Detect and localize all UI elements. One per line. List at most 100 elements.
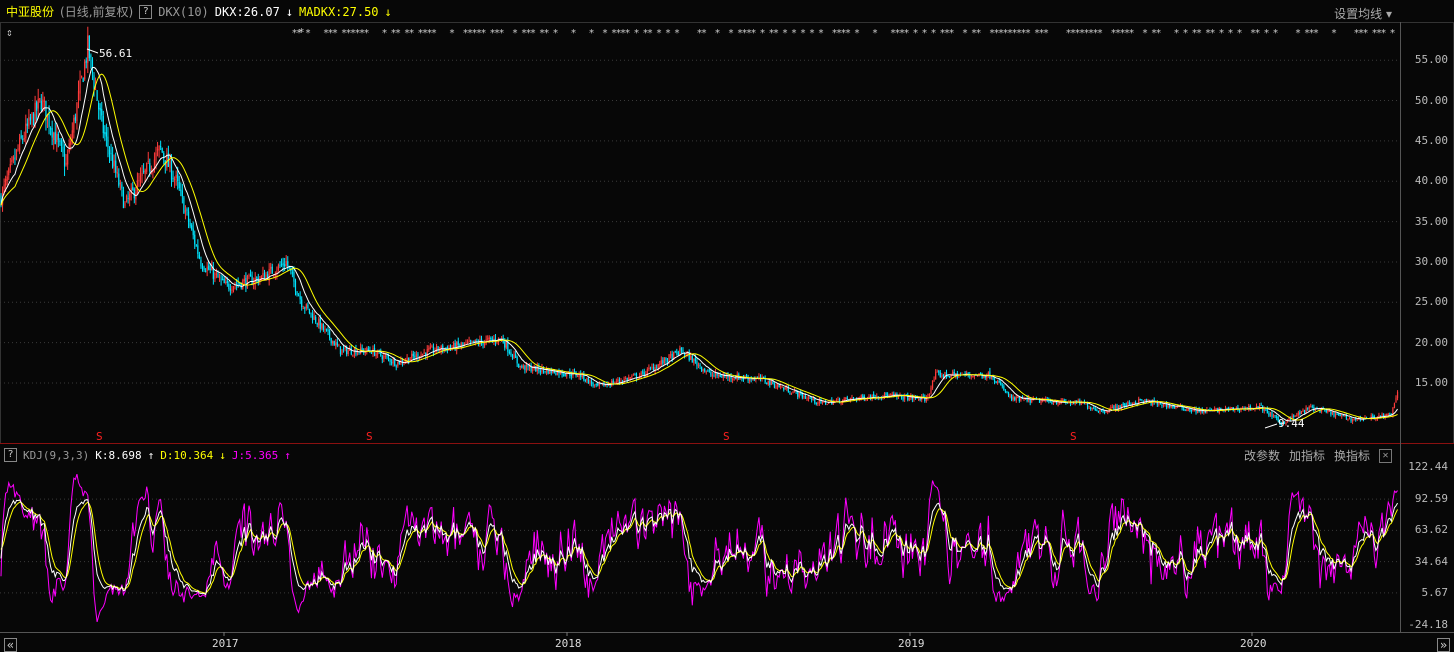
candle	[690, 355, 692, 360]
scroll-left-button[interactable]: «	[4, 638, 17, 652]
candle	[1260, 404, 1262, 406]
candle	[294, 280, 297, 292]
candle	[107, 136, 109, 148]
candle	[155, 152, 157, 160]
event-marker-icon: *	[1264, 28, 1270, 39]
candle	[315, 316, 317, 323]
candle	[1096, 410, 1098, 412]
candle	[6, 176, 8, 182]
candle	[466, 341, 469, 343]
candle	[657, 364, 659, 369]
candle	[178, 181, 180, 189]
candle	[397, 361, 399, 367]
candle	[287, 261, 289, 267]
candle	[656, 367, 658, 369]
candle	[733, 378, 735, 380]
candle	[490, 337, 492, 339]
candle	[707, 370, 709, 372]
year-label: 2018	[555, 637, 582, 650]
candle	[158, 145, 160, 151]
kdj-indicator-name[interactable]: KDJ(9,3,3)	[23, 449, 89, 462]
candle	[449, 346, 452, 348]
candle	[270, 267, 272, 269]
candle	[381, 356, 383, 360]
candle	[941, 375, 943, 377]
candle	[1128, 402, 1130, 405]
candle	[615, 381, 617, 383]
price-chart[interactable]: 56.619.44S S S S** * *** ****** * ** ** **** * *****…	[0, 0, 1454, 652]
candle	[563, 374, 565, 376]
event-marker-icon: *	[782, 28, 788, 39]
candle	[826, 403, 828, 405]
candle	[1097, 410, 1099, 413]
candle	[1057, 403, 1059, 405]
add-indicator-button[interactable]: 加指标	[1289, 447, 1325, 464]
help-button[interactable]: ?	[4, 448, 17, 462]
candle	[412, 353, 414, 357]
candle	[693, 358, 695, 364]
candle	[387, 357, 390, 359]
candle	[699, 364, 701, 367]
candle	[298, 295, 300, 297]
candle	[67, 154, 69, 165]
candle	[918, 398, 920, 400]
candle	[1085, 403, 1087, 405]
candle	[82, 78, 84, 82]
candle	[20, 135, 22, 138]
candle	[1348, 418, 1351, 420]
candle	[1141, 399, 1143, 401]
candle	[843, 398, 845, 401]
event-marker-icon: *	[1381, 28, 1387, 39]
candle	[1127, 401, 1129, 406]
event-marker-icon: *	[481, 28, 487, 39]
candle	[156, 148, 159, 151]
candle	[29, 117, 32, 121]
candle	[1100, 409, 1103, 411]
price-tick: 40.00	[1414, 174, 1448, 188]
candle	[79, 79, 81, 94]
candle	[1186, 410, 1188, 412]
candle	[1328, 410, 1330, 412]
candle	[997, 381, 999, 383]
candle	[1162, 405, 1165, 407]
candle	[1187, 408, 1189, 411]
candle	[1122, 403, 1124, 405]
event-marker-icon: *	[674, 28, 680, 39]
change-params-button[interactable]: 改参数	[1244, 447, 1280, 464]
candle	[1352, 419, 1354, 422]
close-icon[interactable]: ✕	[1379, 448, 1392, 463]
candle	[203, 267, 205, 271]
candle	[384, 355, 386, 357]
candle	[411, 353, 413, 359]
event-marker-icon: *	[845, 28, 851, 39]
candle	[1389, 413, 1391, 415]
candle	[291, 272, 293, 274]
price-tick: 45.00	[1414, 133, 1448, 147]
candle	[1145, 399, 1148, 402]
candle	[852, 397, 855, 399]
candle	[442, 345, 444, 351]
j-line	[0, 473, 1398, 623]
event-marker-icon: *	[949, 28, 955, 39]
candle	[194, 234, 196, 245]
candle	[324, 328, 326, 330]
candle	[81, 75, 83, 77]
candle	[1020, 397, 1022, 401]
event-marker-icon: *	[364, 28, 370, 39]
candle	[1393, 403, 1396, 408]
candle	[1099, 409, 1101, 412]
event-marker-icon: *	[1237, 28, 1243, 39]
candle	[521, 366, 523, 368]
scroll-right-button[interactable]: »	[1437, 638, 1450, 652]
candle	[1302, 409, 1304, 412]
price-tick: 20.00	[1414, 335, 1448, 349]
switch-indicator-button[interactable]: 换指标	[1334, 447, 1370, 464]
candle	[1006, 391, 1008, 393]
candle	[1339, 414, 1341, 417]
candle	[890, 394, 892, 396]
candle	[26, 123, 28, 126]
candle	[634, 374, 636, 376]
candle	[1170, 405, 1172, 408]
candle	[1183, 408, 1185, 410]
candle	[316, 323, 318, 325]
